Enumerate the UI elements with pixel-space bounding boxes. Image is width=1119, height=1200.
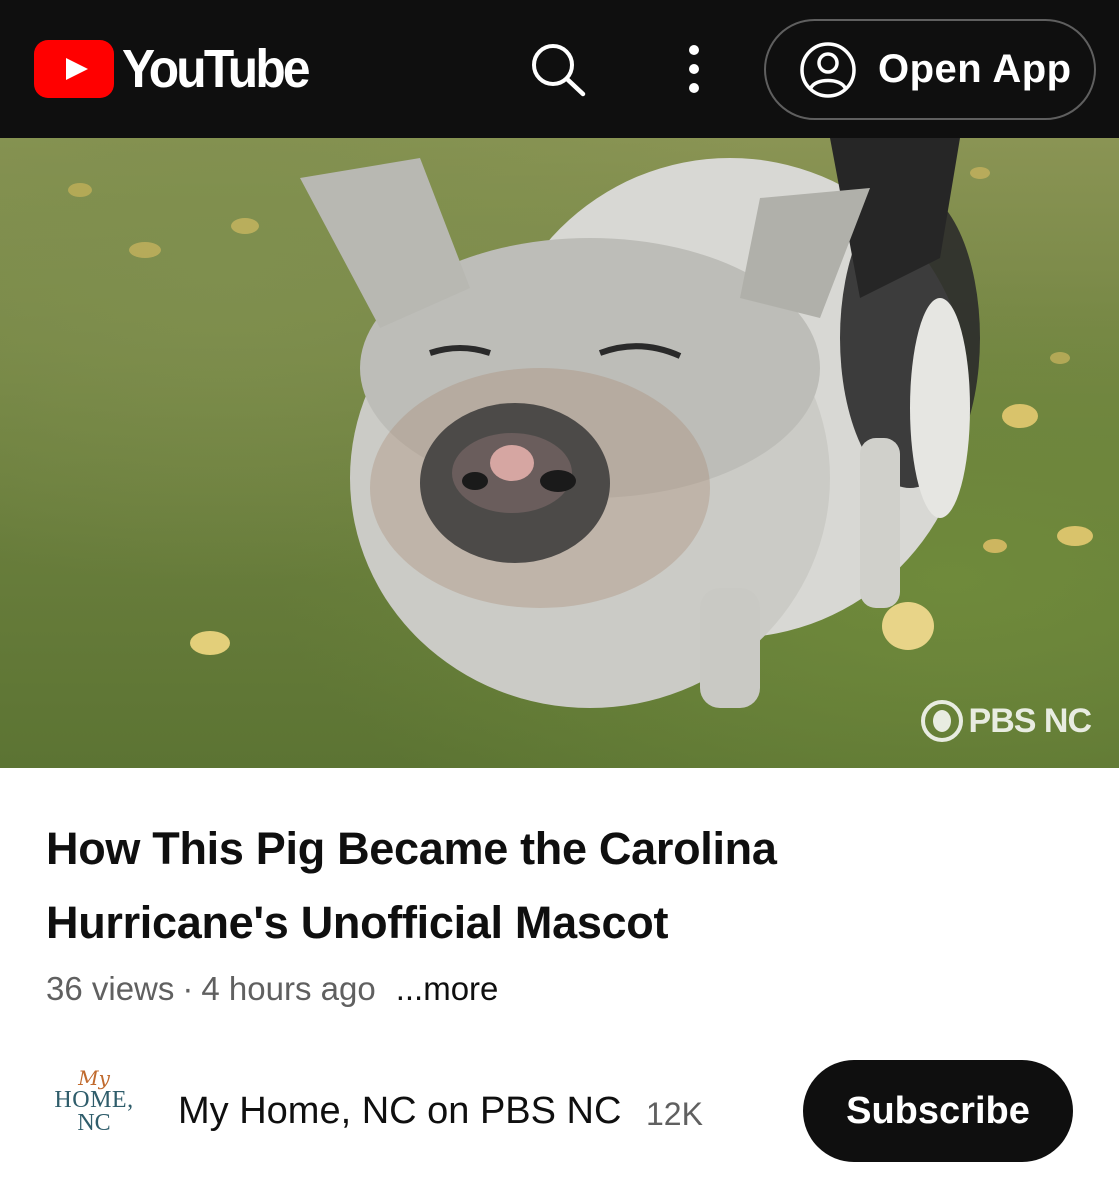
video-title[interactable]: How This Pig Became the Carolina Hurrica…	[46, 812, 986, 960]
youtube-logo[interactable]: YouTube	[34, 40, 324, 98]
meta-separator: ·	[182, 970, 194, 1007]
video-thumbnail[interactable]: PBS NC	[0, 138, 1119, 768]
open-app-button[interactable]: Open App	[764, 19, 1096, 120]
subscriber-count: 12K	[646, 1096, 703, 1132]
subscribe-button[interactable]: Subscribe	[803, 1060, 1073, 1162]
open-app-label: Open App	[878, 47, 1072, 91]
pbs-logo-icon	[920, 700, 963, 742]
view-count: 36 views	[46, 970, 175, 1007]
channel-avatar[interactable]: My HOME, NC	[46, 1068, 142, 1158]
channel-name[interactable]: My Home, NC on PBS NC	[178, 1090, 621, 1133]
pig-image	[68, 138, 1093, 708]
upload-age: 4 hours ago	[201, 970, 376, 1007]
avatar-text-my: My	[78, 1066, 110, 1090]
top-app-bar: YouTube Open App	[0, 0, 1119, 138]
youtube-play-icon	[34, 40, 114, 98]
avatar-text-home: HOME,	[54, 1087, 134, 1113]
channel-row: My HOME, NC My Home, NC on PBS NC 12K Su…	[46, 1060, 1076, 1164]
video-metadata[interactable]: 36 views · 4 hours ago ...more	[46, 970, 498, 1008]
account-circle-icon	[800, 41, 856, 98]
youtube-wordmark: YouTube	[122, 39, 311, 99]
more-description-link[interactable]: ...more	[396, 970, 499, 1007]
search-icon	[532, 44, 586, 97]
pbs-nc-watermark: PBS NC	[920, 700, 1092, 742]
watermark-text: PBS NC	[968, 701, 1092, 740]
more-options-button[interactable]	[670, 36, 718, 102]
avatar-text-nc: NC	[77, 1110, 111, 1136]
more-vert-icon	[689, 45, 699, 93]
search-button[interactable]	[522, 36, 592, 102]
